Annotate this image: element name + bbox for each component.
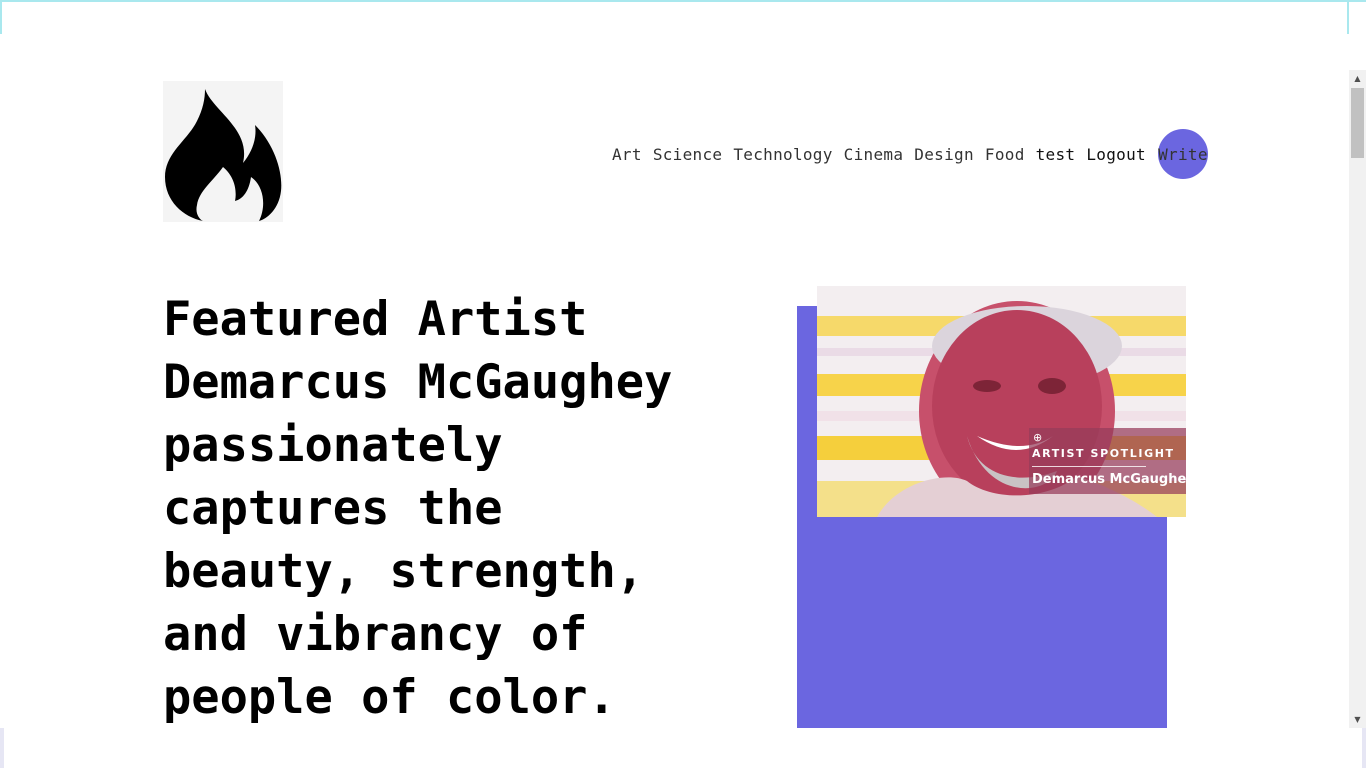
top-strip-edge-right: [1347, 2, 1349, 34]
nav-item-science[interactable]: Science: [653, 145, 723, 164]
scroll-up-arrow-icon[interactable]: ▲: [1349, 70, 1366, 87]
nav-item-technology[interactable]: Technology: [733, 145, 832, 164]
nav-item-cinema[interactable]: Cinema: [844, 145, 904, 164]
nav-item-design[interactable]: Design: [914, 145, 974, 164]
flame-icon: [165, 89, 282, 221]
scroll-down-arrow-icon[interactable]: ▼: [1349, 711, 1366, 728]
site-logo[interactable]: [163, 81, 283, 222]
nav-item-art[interactable]: Art: [612, 145, 642, 164]
hero-headline: Featured Artist Demarcus McGaughey passi…: [163, 292, 673, 725]
write-button[interactable]: Write: [1157, 129, 1208, 179]
top-strip-edge-left: [0, 2, 2, 34]
vertical-scrollbar[interactable]: ▲ ▼: [1349, 70, 1366, 728]
nav-user-link[interactable]: test: [1036, 145, 1076, 164]
logout-link[interactable]: Logout: [1086, 145, 1146, 164]
location-pin-icon: ⊕: [1033, 431, 1043, 444]
browser-top-strip: [0, 0, 1366, 34]
bottom-strip-edge-left: [0, 728, 4, 768]
main-nav: Art Science Technology Cinema Design Foo…: [612, 129, 1219, 179]
bottom-strip-edge-right: [1362, 728, 1366, 768]
nav-item-food[interactable]: Food: [985, 145, 1025, 164]
spotlight-divider: [1032, 466, 1146, 467]
spotlight-label: ARTIST SPOTLIGHT: [1032, 447, 1175, 460]
artist-photo[interactable]: ⊕ ARTIST SPOTLIGHT Demarcus McGaughey: [817, 286, 1186, 517]
browser-bottom-strip: [0, 728, 1366, 768]
spotlight-artist-name: Demarcus McGaughey: [1032, 472, 1186, 487]
scroll-thumb[interactable]: [1351, 88, 1364, 158]
